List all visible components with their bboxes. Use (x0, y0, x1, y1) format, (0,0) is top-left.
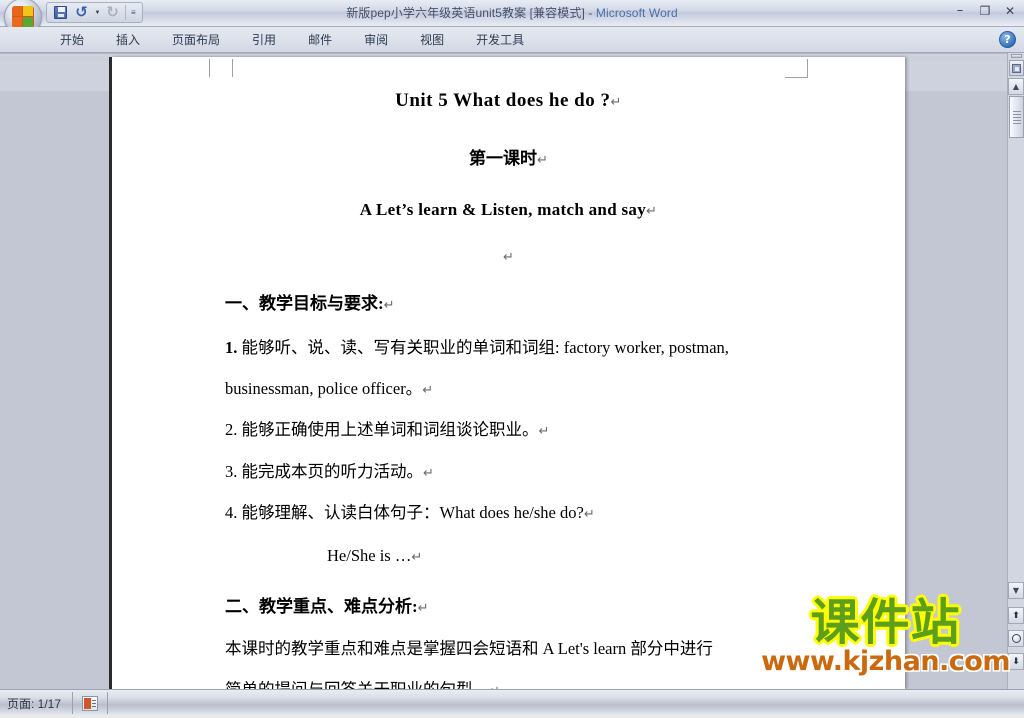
doc-item-1-continued-text: businessman, police officer。 (225, 379, 423, 399)
doc-blank-line: ↵ (112, 248, 905, 265)
doc-section2-line-2: 简单的提问与回答关于职业的句型。↵ (112, 681, 905, 689)
doc-subtitle: 第一课时↵ (112, 144, 905, 169)
doc-section1-heading-text: 一、教学目标与要求: (225, 294, 384, 313)
next-page-button[interactable]: ⬇ (1008, 653, 1024, 670)
tab-insert[interactable]: 插入 (100, 28, 156, 53)
doc-subheading-text: A Let’s learn & Listen, match and say (359, 200, 647, 219)
doc-item-4-text: 4. 能够理解、认读白体句子：What does he/she do? (225, 503, 584, 523)
doc-item-3-text: 3. 能完成本页的听力活动。 (225, 461, 423, 481)
previous-page-icon: ⬆ (1012, 610, 1020, 621)
browse-circle-icon (1011, 634, 1021, 643)
doc-item-1: 1. 能够听、说、读、写有关职业的单词和词组: factory worker, … (112, 338, 905, 357)
tab-home[interactable]: 开始 (44, 28, 100, 53)
doc-section2-heading: 二、教学重点、难点分析:↵ (112, 592, 905, 617)
paragraph-mark: ↵ (411, 550, 423, 566)
doc-title-text: Unit 5 What does he do ? (395, 90, 611, 111)
minimize-button[interactable]: – (952, 3, 968, 18)
tab-mailings[interactable]: 邮件 (292, 28, 348, 53)
doc-item-2-text: 2. 能够正确使用上述单词和词组谈论职业。 (225, 420, 539, 440)
browse-object-icon (1012, 63, 1021, 73)
doc-item-4-continued-text: He/She is … (327, 546, 412, 566)
status-bar: 页面: 1/17 (0, 689, 1024, 718)
scroll-up-button[interactable]: ▲ (1008, 78, 1024, 95)
paragraph-mark: ↵ (383, 298, 395, 313)
doc-section1-heading: 一、教学目标与要求:↵ (112, 289, 905, 314)
scrollbar-thumb[interactable] (1009, 96, 1024, 138)
document-name: 新版pep小学六年级英语unit5教案 [兼容模式] (346, 6, 585, 20)
split-window-handle[interactable] (1011, 54, 1022, 58)
doc-item-1-text: 能够听、说、读、写有关职业的单词和词组: factory worker, pos… (237, 338, 729, 357)
doc-item-4: 4. 能够理解、认读白体句子：What does he/she do?↵ (112, 503, 905, 523)
tab-references[interactable]: 引用 (236, 28, 292, 53)
doc-subheading: A Let’s learn & Listen, match and say↵ (112, 200, 905, 220)
page-view-icon[interactable] (82, 696, 98, 711)
status-divider (107, 692, 108, 714)
page-number-status[interactable]: 页面: 1/17 (7, 695, 61, 712)
paragraph-mark: ↵ (503, 250, 514, 265)
paragraph-mark: ↵ (422, 383, 434, 399)
document-content[interactable]: Unit 5 What does he do ?↵ 第一课时↵ A Let’s … (112, 57, 905, 689)
doc-section2-line-1: 本课时的教学重点和难点是掌握四会短语和 A Let's learn 部分中进行 (112, 640, 905, 658)
tab-developer[interactable]: 开发工具 (460, 28, 540, 53)
select-browse-object-button[interactable] (1009, 60, 1024, 76)
doc-item-1-continued: businessman, police officer。↵ (112, 380, 905, 398)
doc-section2-line-1-text: 本课时的教学重点和难点是掌握四会短语和 A Let's learn 部分中进行 (225, 639, 713, 659)
doc-item-4-continued: He/She is …↵ (112, 546, 905, 566)
help-button[interactable]: ? (999, 31, 1016, 48)
vertical-scrollbar[interactable]: ▲ ▼ ⬆ ⬇ (1007, 53, 1024, 689)
window-controls: – ❐ ✕ (952, 3, 1018, 18)
paragraph-mark: ↵ (610, 95, 622, 110)
ribbon-tabs: 开始 插入 页面布局 引用 邮件 审阅 视图 开发工具 (44, 27, 540, 53)
doc-section2-line-2-text: 简单的提问与回答关于职业的句型。 (225, 680, 489, 689)
tab-view[interactable]: 视图 (404, 28, 460, 53)
title-separator: - (584, 6, 596, 20)
paragraph-mark: ↵ (583, 507, 595, 523)
doc-item-2: 2. 能够正确使用上述单词和词组谈论职业。↵ (112, 421, 905, 439)
doc-subtitle-text: 第一课时 (469, 149, 538, 168)
tab-page-layout[interactable]: 页面布局 (156, 28, 236, 53)
status-divider (72, 692, 73, 714)
restore-button[interactable]: ❐ (977, 4, 993, 18)
scroll-down-button[interactable]: ▼ (1008, 582, 1024, 599)
next-page-icon: ⬇ (1012, 656, 1020, 667)
select-browse-object-circle-button[interactable] (1008, 630, 1024, 647)
doc-item-3: 3. 能完成本页的听力活动。↵ (112, 461, 905, 481)
doc-item-1-number: 1. (225, 338, 238, 357)
doc-section2-heading-text: 二、教学重点、难点分析: (225, 597, 418, 617)
document-workspace: Unit 5 What does he do ?↵ 第一课时↵ A Let’s … (0, 53, 1024, 689)
title-bar: ↺ ▼ ↻ ≡ 新版pep小学六年级英语unit5教案 [兼容模式] - Mic… (0, 0, 1024, 36)
paragraph-mark: ↵ (537, 153, 548, 168)
paragraph-mark: ↵ (646, 204, 658, 219)
window-title: 新版pep小学六年级英语unit5教案 [兼容模式] - Microsoft W… (0, 4, 1024, 21)
previous-page-button[interactable]: ⬆ (1008, 607, 1024, 624)
ribbon-tab-strip: 开始 插入 页面布局 引用 邮件 审阅 视图 开发工具 ? (0, 27, 1024, 53)
close-button[interactable]: ✕ (1002, 4, 1018, 18)
paragraph-mark: ↵ (538, 424, 550, 440)
document-page[interactable]: Unit 5 What does he do ?↵ 第一课时↵ A Let’s … (109, 57, 905, 689)
doc-title: Unit 5 What does he do ?↵ (112, 90, 905, 112)
paragraph-mark: ↵ (423, 465, 434, 481)
tab-review[interactable]: 审阅 (348, 28, 404, 53)
paragraph-mark: ↵ (417, 601, 429, 617)
application-name: Microsoft Word (595, 6, 678, 20)
